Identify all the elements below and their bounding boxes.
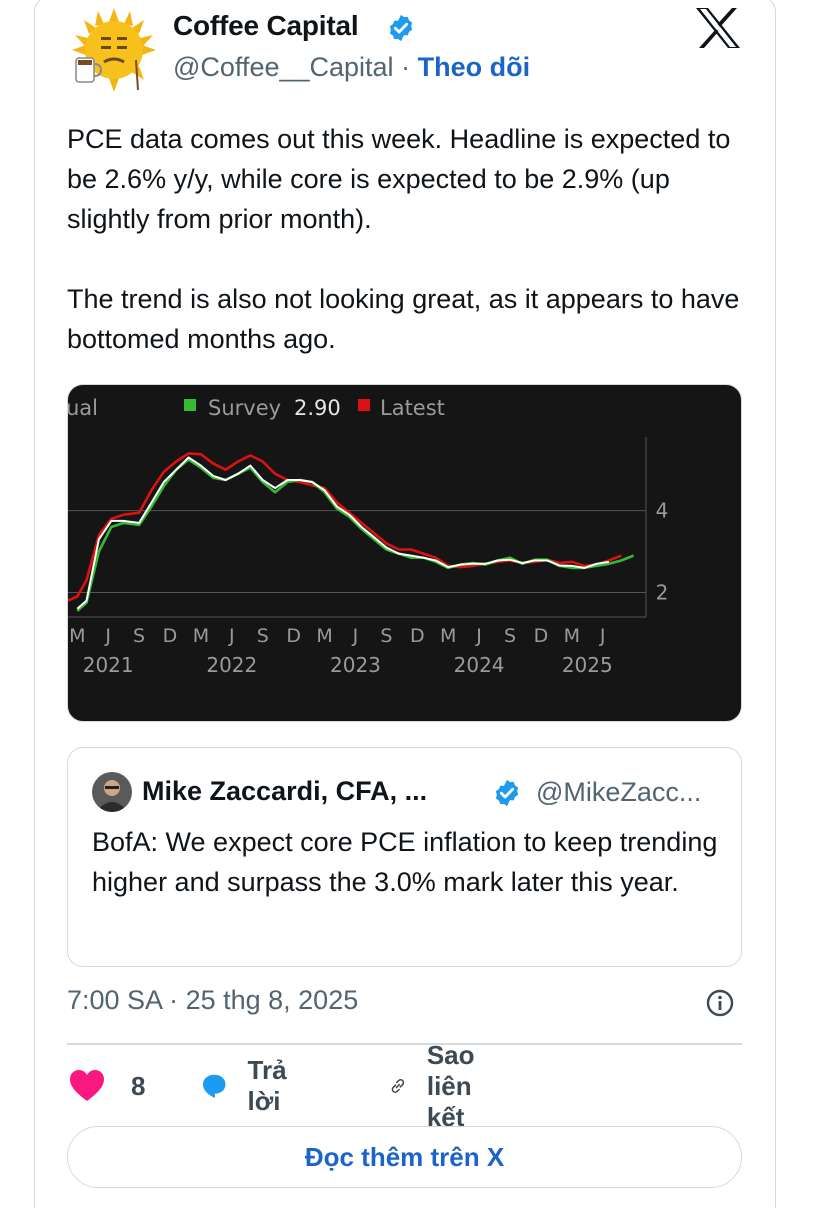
legend-actual-label: ual	[68, 396, 98, 420]
reply-label: Trả lời	[247, 1055, 287, 1116]
pce-chart: ual Survey 2.90 Latest M J S D M J S D M J S D M J S D M J20…	[68, 396, 669, 677]
person-avatar-icon	[92, 772, 132, 812]
follow-button[interactable]: Theo dõi	[418, 52, 530, 82]
sun-coffee-avatar-icon	[72, 8, 156, 92]
x-tick-label: J	[352, 625, 359, 647]
verified-badge-icon	[495, 779, 519, 807]
separator-dot: ·	[401, 52, 411, 82]
chart-y-ticks: 24	[656, 499, 669, 605]
info-icon[interactable]	[705, 988, 735, 1018]
x-tick-label: D	[163, 625, 178, 647]
legend-survey-label: Survey	[208, 396, 281, 420]
author-handle[interactable]: @Coffee__Capital	[173, 52, 394, 82]
x-tick-label: S	[133, 625, 145, 647]
x-year-label: 2022	[206, 653, 257, 677]
x-tick-label: S	[504, 625, 516, 647]
x-tick-label: J	[475, 625, 482, 647]
read-more-button[interactable]: Đọc thêm trên X	[67, 1126, 742, 1188]
x-tick-label: D	[410, 625, 425, 647]
chart-x-ticks: M J S D M J S D M J S D M J S D M J2021 2022 2023 2024 2025	[69, 625, 613, 677]
tweet-text-paragraph-1: PCE data comes out this week. Headline i…	[67, 124, 731, 234]
tweet-text-paragraph-2: The trend is also not looking great, as …	[67, 284, 740, 354]
x-year-label: 2024	[454, 653, 505, 677]
chart-legend: ual Survey 2.90 Latest	[68, 396, 445, 420]
like-count: 8	[131, 1070, 146, 1101]
verified-badge-icon	[389, 14, 413, 42]
quoted-author-avatar[interactable]	[92, 772, 132, 812]
x-tick-label: J	[599, 625, 606, 647]
y-tick-label: 2	[656, 580, 669, 604]
y-tick-label: 4	[656, 499, 669, 523]
legend-latest-label: Latest	[380, 396, 445, 420]
tweet-text: PCE data comes out this week. Headline i…	[67, 119, 757, 359]
x-tick-label: M	[316, 625, 332, 647]
tweet-timestamp[interactable]: 7:00 SA · 25 thg 8, 2025	[67, 985, 358, 1016]
x-logo-icon[interactable]	[696, 8, 740, 48]
x-tick-label: D	[286, 625, 301, 647]
divider	[67, 1043, 742, 1045]
quoted-tweet-text: BofA: We expect core PCE inflation to ke…	[92, 827, 718, 897]
author-name[interactable]: Coffee Capital	[173, 10, 359, 42]
x-tick-label: M	[564, 625, 580, 647]
author-avatar[interactable]	[68, 8, 160, 92]
x-tick-label: S	[257, 625, 269, 647]
series-line-survey	[76, 458, 635, 612]
x-tick-label: M	[440, 625, 456, 647]
x-tick-label: M	[193, 625, 209, 647]
chart-lines	[68, 452, 635, 612]
x-tick-label: S	[380, 625, 392, 647]
x-year-label: 2025	[562, 653, 613, 677]
x-year-label: 2021	[83, 653, 134, 677]
like-button[interactable]: 8	[67, 1064, 145, 1108]
chart-image[interactable]: ual Survey 2.90 Latest M J S D M J S D M J S D M J S D M J 20…	[67, 384, 742, 722]
x-tick-label: D	[534, 625, 549, 647]
legend-survey-swatch	[184, 399, 196, 411]
x-tick-label: J	[104, 625, 111, 647]
quoted-author-name[interactable]: Mike Zaccardi, CFA, ...	[142, 776, 427, 807]
handle-row: @Coffee__Capital · Theo dõi	[173, 52, 530, 83]
quoted-tweet[interactable]: Mike Zaccardi, CFA, ... @MikeZacc... Bof…	[67, 747, 742, 967]
quoted-author-handle[interactable]: @MikeZacc...	[536, 777, 701, 808]
series-line-latest	[68, 452, 622, 602]
x-year-label: 2023	[330, 653, 381, 677]
chart-grid	[68, 437, 647, 618]
copy-link-button[interactable]: Sao liên kết	[389, 1040, 495, 1132]
speech-bubble-icon	[202, 1074, 226, 1098]
x-tick-label: M	[69, 625, 85, 647]
legend-survey-value: 2.90	[294, 396, 341, 420]
reply-button[interactable]: Trả lời	[201, 1055, 300, 1116]
link-icon	[391, 1079, 405, 1093]
copy-link-label: Sao liên kết	[426, 1039, 475, 1132]
legend-latest-swatch	[358, 399, 370, 411]
heart-icon	[70, 1070, 104, 1101]
x-tick-label: J	[228, 625, 235, 647]
